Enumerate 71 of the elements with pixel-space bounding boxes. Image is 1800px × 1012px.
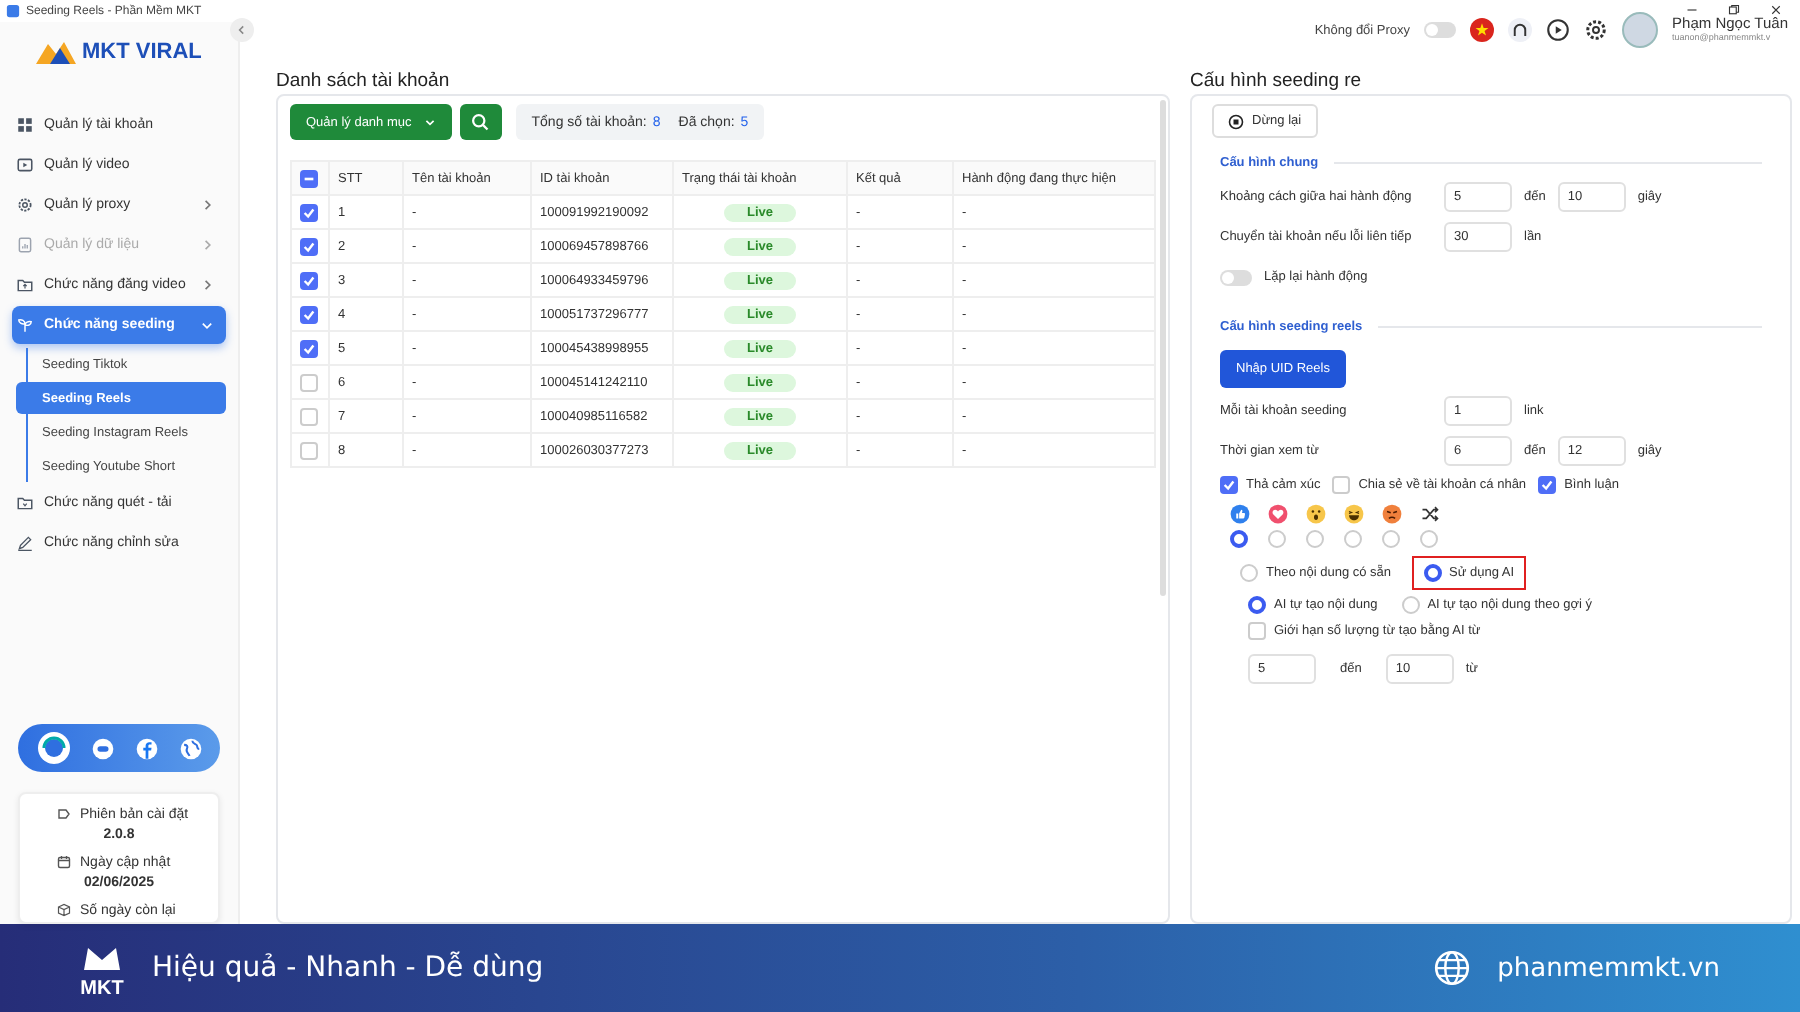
- globe-icon: [1433, 950, 1470, 986]
- globe-icon: [179, 737, 201, 759]
- row-checkbox[interactable]: [300, 441, 318, 459]
- headset-icon: [1508, 18, 1533, 42]
- panel-title: Danh sách tài khoản: [276, 68, 452, 92]
- checkbox[interactable]: [1248, 622, 1266, 640]
- pencil-icon: [16, 534, 34, 552]
- check-icon: [302, 205, 316, 219]
- folder-icon: [16, 494, 34, 512]
- sprout-icon: [16, 316, 34, 334]
- radio-button[interactable]: [1248, 596, 1266, 614]
- restore-icon: [1728, 3, 1740, 15]
- row-checkbox[interactable]: [300, 203, 318, 221]
- row-checkbox[interactable]: [300, 373, 318, 391]
- repeat-toggle[interactable]: [1220, 269, 1252, 285]
- search-button[interactable]: [459, 104, 502, 140]
- website-text: phanmemmkt.vn: [1497, 953, 1720, 983]
- play-button[interactable]: [1546, 18, 1571, 42]
- panel-title: Cấu hình seeding re: [1190, 68, 1364, 92]
- star-flag-icon: [1470, 18, 1495, 42]
- collapse-button[interactable]: [230, 18, 254, 42]
- slogan: Hiệu quả - Nhanh - Dễ dùng: [152, 952, 546, 984]
- row-checkbox[interactable]: [300, 339, 318, 357]
- select-all-checkbox[interactable]: [300, 169, 318, 187]
- facebook-icon: [135, 737, 157, 759]
- chart-icon: [16, 236, 34, 254]
- app-icon: [6, 4, 20, 18]
- box-icon: [56, 902, 72, 918]
- play-icon: [1546, 18, 1571, 42]
- caret-icon: [423, 116, 436, 128]
- settings-icon: [1584, 18, 1609, 42]
- laughing-face-icon: [1343, 504, 1363, 524]
- shuffle-icon: [1419, 504, 1439, 524]
- row-checkbox[interactable]: [300, 305, 318, 323]
- surprised-face-icon: [1305, 504, 1325, 524]
- row-checkbox[interactable]: [300, 407, 318, 425]
- tag-icon: [56, 806, 72, 822]
- flag-button[interactable]: [1470, 18, 1495, 42]
- proxy-toggle[interactable]: [1424, 22, 1457, 38]
- headset-button[interactable]: [1508, 18, 1533, 42]
- calendar-icon: [56, 854, 72, 870]
- folder-icon: [16, 276, 34, 294]
- checkbox[interactable]: [1538, 476, 1557, 494]
- radio-button[interactable]: [1423, 564, 1442, 582]
- app-logo-text: MKT VIRAL: [82, 40, 202, 64]
- stop-icon: [1228, 113, 1244, 129]
- chat-icon: [91, 737, 113, 759]
- gear-icon: [16, 196, 34, 214]
- check-icon: [1540, 478, 1555, 492]
- radio-button[interactable]: [1230, 530, 1248, 548]
- support-icon: [37, 732, 69, 764]
- row-checkbox[interactable]: [300, 237, 318, 255]
- check-icon: [1222, 478, 1236, 492]
- settings-button[interactable]: [1584, 18, 1609, 42]
- angry-face-icon: [1381, 504, 1401, 524]
- checkbox[interactable]: [1332, 476, 1351, 494]
- row-checkbox[interactable]: [300, 271, 318, 289]
- minimize-icon: [1686, 3, 1698, 15]
- video-icon: [16, 156, 34, 174]
- heart-icon: [1267, 504, 1287, 524]
- close-icon: [1770, 3, 1782, 15]
- check-icon: [302, 273, 316, 287]
- chevron-left-icon: [236, 24, 248, 36]
- check-icon: [302, 341, 316, 355]
- check-icon: [302, 307, 316, 321]
- check-icon: [302, 239, 316, 253]
- search-icon: [470, 112, 491, 132]
- checkbox[interactable]: [1220, 476, 1238, 494]
- banner-logo-text: MKT: [80, 980, 124, 1000]
- grid-icon: [16, 116, 34, 134]
- like-icon: [1229, 504, 1249, 524]
